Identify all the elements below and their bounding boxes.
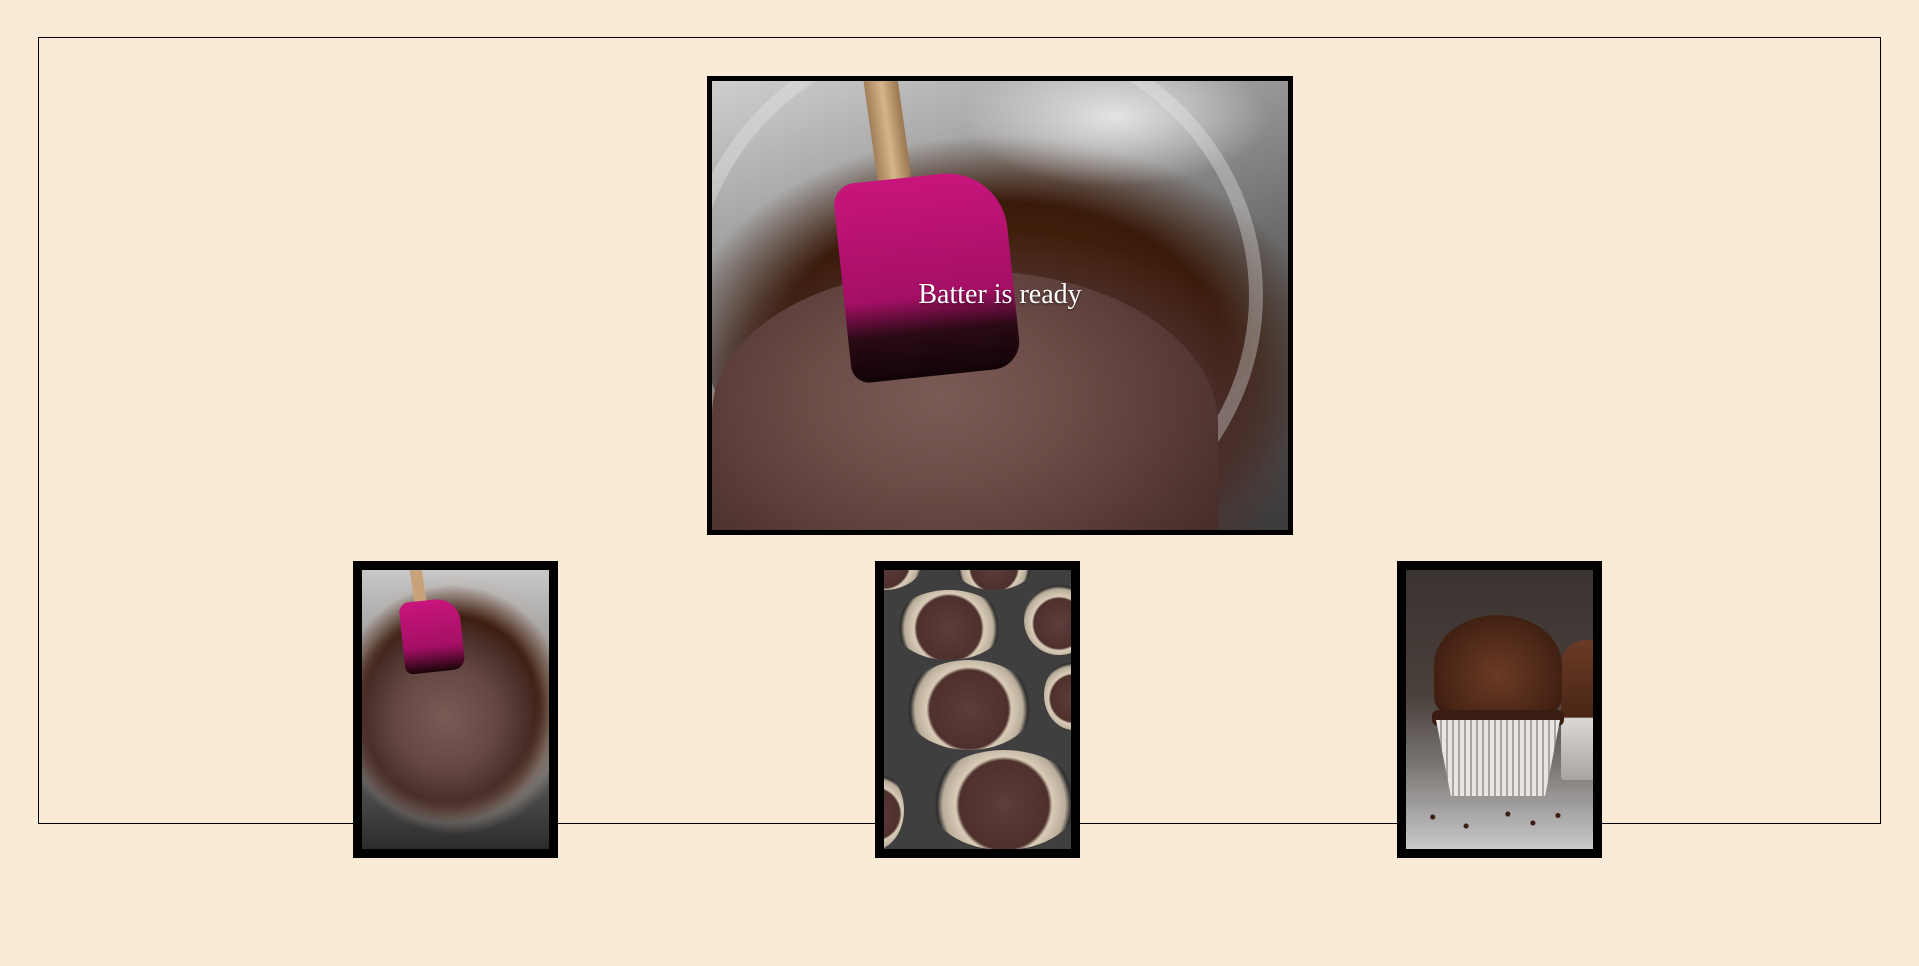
hero-caption: Batter is ready	[918, 279, 1082, 310]
hero-image-frame: Batter is ready	[707, 76, 1293, 535]
thumbnail-image	[362, 570, 549, 849]
thumbnail-image	[884, 570, 1071, 849]
thumbnail-batter-bowl[interactable]	[353, 561, 558, 858]
hero-image: Batter is ready	[712, 81, 1288, 530]
thumbnail-frosted-cupcake[interactable]	[1397, 561, 1602, 858]
gallery-container: Batter is ready	[38, 37, 1881, 858]
thumbnail-cupcake-pan[interactable]	[875, 561, 1080, 858]
thumbnail-image	[1406, 570, 1593, 849]
